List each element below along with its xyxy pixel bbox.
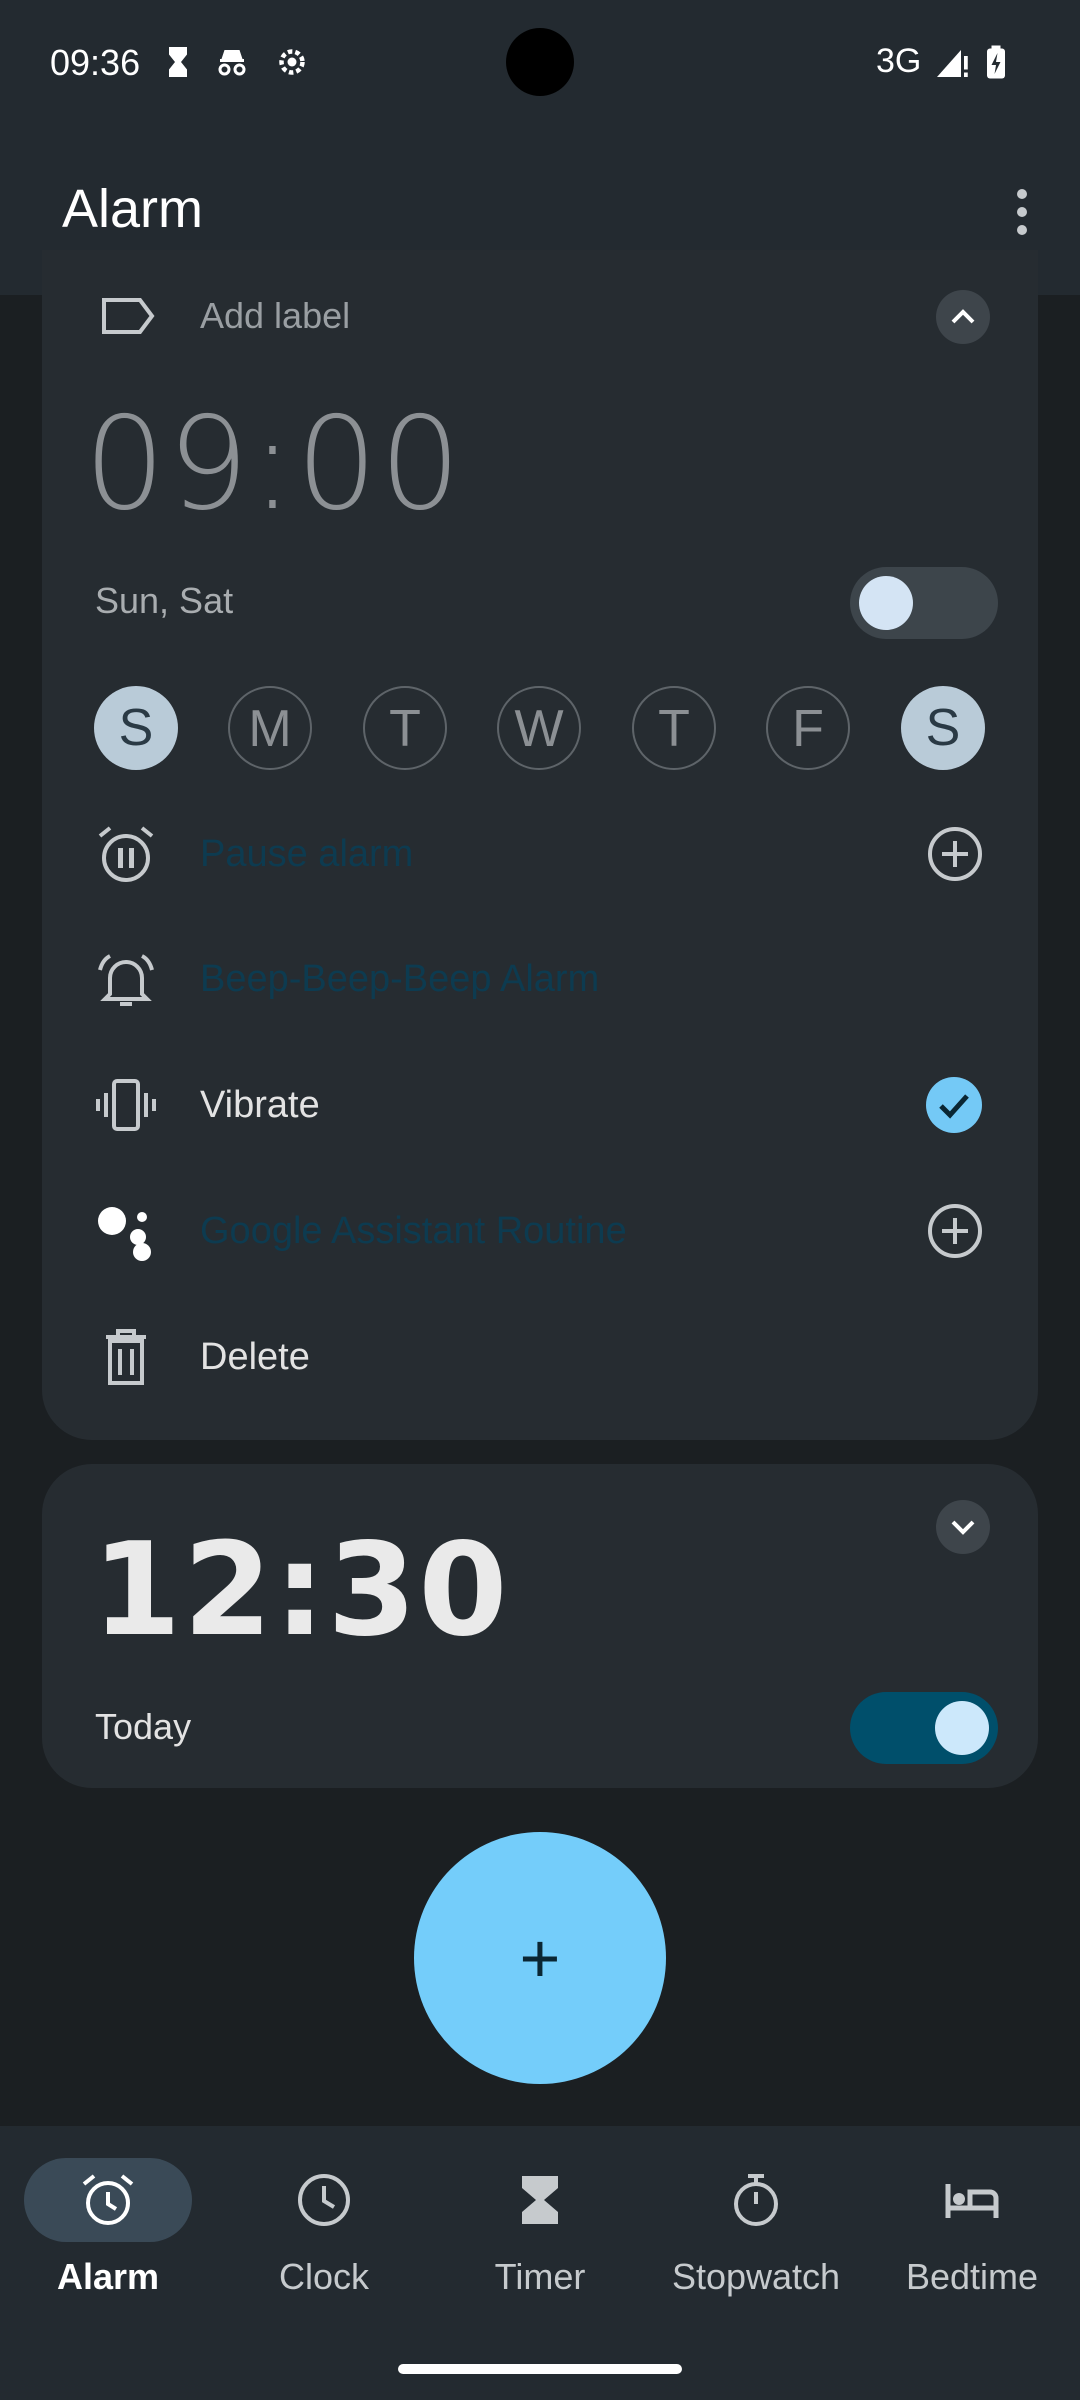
day-toggle-sunday[interactable]: S: [94, 686, 178, 770]
google-assistant-routine-option[interactable]: Google Assistant Routine: [200, 1210, 627, 1253]
alarm-toggle-off[interactable]: [850, 567, 998, 639]
expand-alarm-button[interactable]: [936, 1500, 990, 1554]
clock-icon: [298, 2174, 350, 2226]
vibrate-checkbox[interactable]: [926, 1077, 982, 1133]
google-assistant-icon: [98, 1207, 151, 1261]
battery-charging-icon: [987, 45, 1005, 79]
plus-icon: +: [519, 1919, 561, 1997]
hourglass-icon: [169, 47, 187, 77]
delete-alarm-button[interactable]: Delete: [200, 1336, 310, 1379]
day-toggle-monday[interactable]: M: [228, 686, 312, 770]
alarm-time[interactable]: 09:00: [84, 390, 463, 539]
tab-alarm-label[interactable]: Alarm: [0, 2256, 216, 2298]
alarm-toggle-on[interactable]: [850, 1692, 998, 1764]
add-alarm-button[interactable]: +: [414, 1832, 666, 2084]
chevron-down-icon: [951, 1520, 975, 1535]
tab-clock-label[interactable]: Clock: [216, 2256, 432, 2298]
add-circle-icon[interactable]: [926, 825, 984, 883]
toggle-knob: [859, 576, 913, 630]
gesture-navigation-handle[interactable]: [398, 2364, 682, 2374]
tab-bedtime-label[interactable]: Bedtime: [864, 2256, 1080, 2298]
vibrate-option[interactable]: Vibrate: [200, 1084, 320, 1127]
trash-icon: [106, 1329, 146, 1385]
toggle-knob: [935, 1701, 989, 1755]
page-title: Alarm: [62, 179, 204, 239]
bed-icon: [945, 2184, 999, 2218]
label-icon[interactable]: [100, 296, 156, 336]
pause-alarm-icon: [98, 826, 154, 882]
alarm-sound-option[interactable]: Beep-Beep-Beep Alarm: [200, 958, 599, 1001]
alarm-bell-icon: [98, 954, 154, 1006]
day-toggle-saturday[interactable]: S: [901, 686, 985, 770]
alarm-icon: [82, 2174, 134, 2225]
add-circle-icon[interactable]: [926, 1202, 984, 1260]
day-toggle-tuesday[interactable]: T: [363, 686, 447, 770]
incognito-icon: [218, 50, 246, 76]
settings-gear-icon: [279, 49, 305, 75]
add-label-button[interactable]: Add label: [200, 295, 350, 337]
network-type: 3G: [876, 42, 922, 80]
alarm-time[interactable]: 12:30: [92, 1516, 509, 1665]
tab-stopwatch-label[interactable]: Stopwatch: [648, 2256, 864, 2298]
alarm-repeat-summary: Today: [95, 1706, 192, 1747]
vibrate-icon: [96, 1079, 156, 1131]
tab-timer-label[interactable]: Timer: [432, 2256, 648, 2298]
day-toggle-wednesday[interactable]: W: [497, 686, 581, 770]
stopwatch-icon: [734, 2174, 778, 2226]
collapse-alarm-button[interactable]: [936, 290, 990, 344]
alarm-repeat-summary: Sun, Sat: [95, 580, 234, 621]
alarm-card-top-edge: [42, 250, 1038, 295]
chevron-up-icon: [951, 309, 975, 324]
signal-icon: [937, 50, 968, 77]
hourglass-icon: [522, 2176, 558, 2224]
more-options-icon[interactable]: [1000, 186, 1044, 238]
checkmark-icon: [939, 1094, 969, 1119]
camera-cutout: [506, 28, 574, 96]
pause-alarm-option[interactable]: Pause alarm: [200, 833, 413, 876]
status-time: 09:36: [50, 42, 141, 83]
day-toggle-thursday[interactable]: T: [632, 686, 716, 770]
day-toggle-friday[interactable]: F: [766, 686, 850, 770]
